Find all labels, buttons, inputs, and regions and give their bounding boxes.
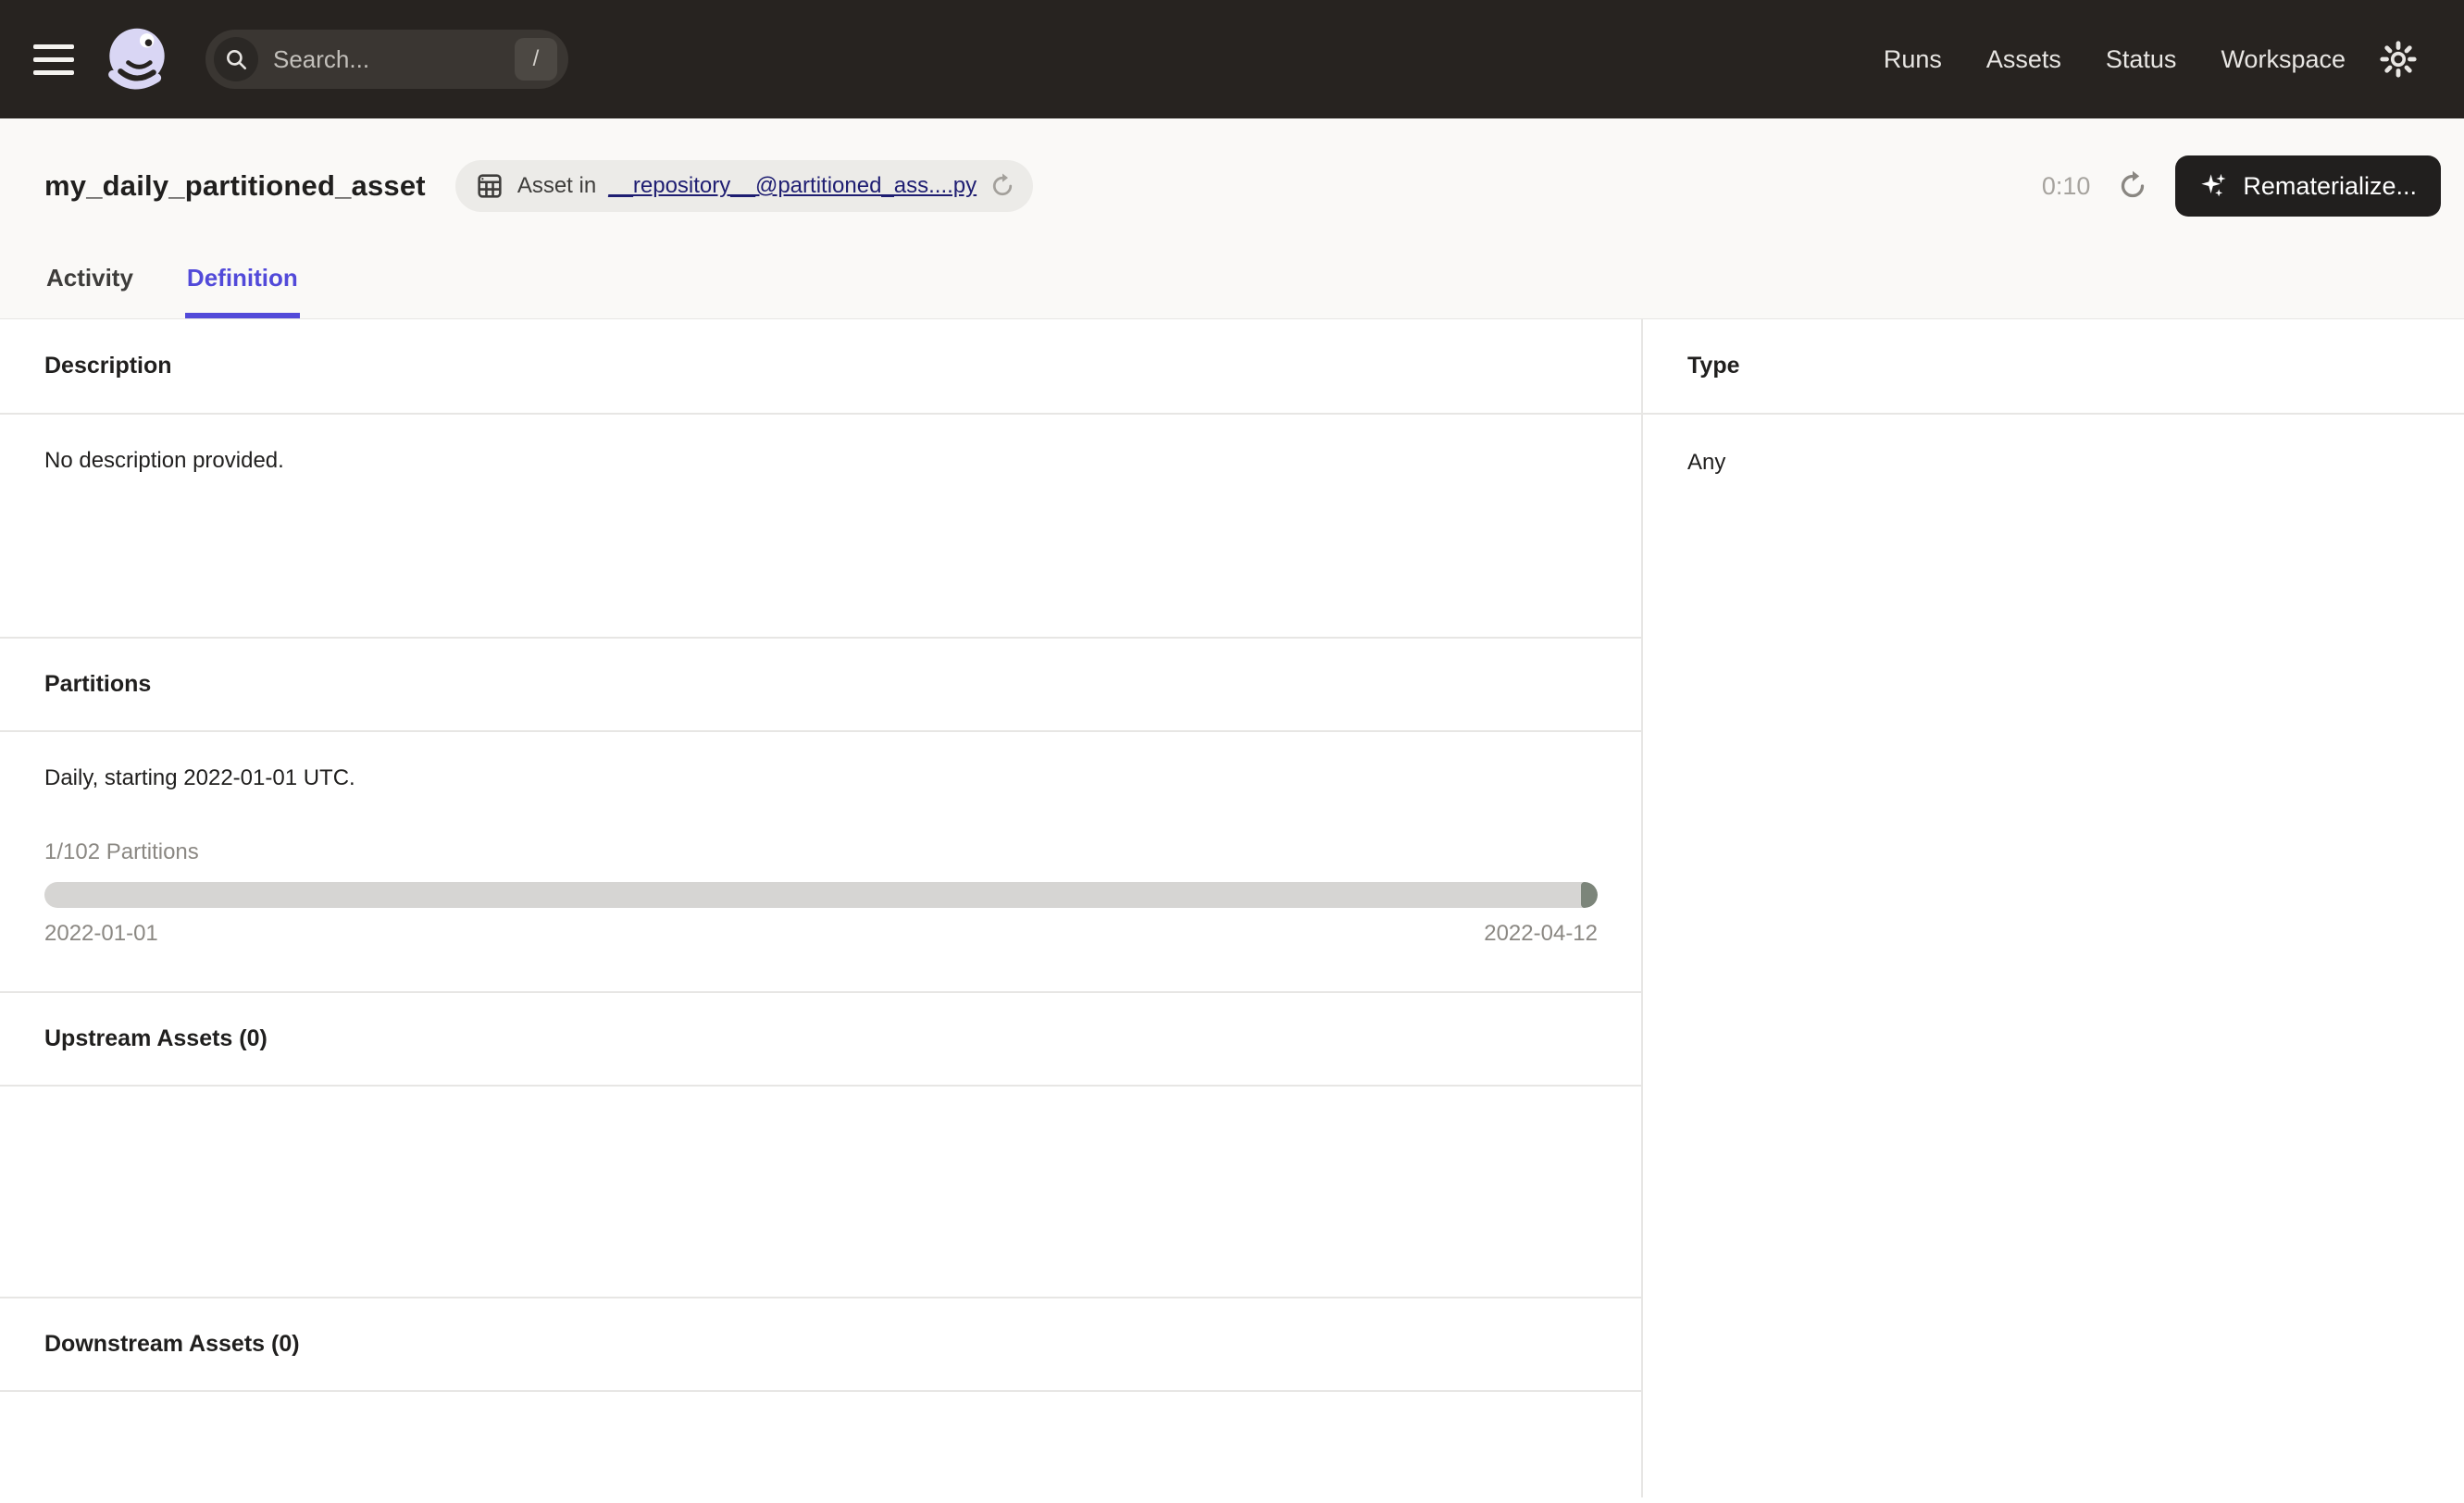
nav-links: Runs Assets Status Workspace (1884, 45, 2346, 74)
partitions-body: Daily, starting 2022-01-01 UTC. 1/102 Pa… (0, 732, 1641, 991)
sparkles-icon (2199, 171, 2229, 201)
left-column: Description No description provided. Par… (0, 319, 1641, 1497)
dagster-logo[interactable] (102, 24, 172, 94)
repo-badge: Asset in __repository__@partitioned_ass.… (455, 160, 1033, 212)
refresh-timer: 0:10 (2042, 172, 2091, 201)
partition-range-start: 2022-01-01 (44, 921, 158, 947)
badge-reload-icon[interactable] (989, 172, 1016, 200)
hamburger-menu-icon[interactable] (33, 44, 74, 75)
refresh-icon[interactable] (2114, 168, 2151, 205)
nav-link-workspace[interactable]: Workspace (2221, 45, 2346, 74)
page-header: my_daily_partitioned_asset Asset in __re… (0, 118, 2464, 319)
nav-link-runs[interactable]: Runs (1884, 45, 1942, 74)
partitions-heading: Partitions (0, 637, 1641, 732)
tab-activity[interactable]: Activity (44, 251, 135, 318)
partition-health-bar (44, 882, 1598, 908)
repo-badge-prefix: Asset in (517, 173, 596, 199)
description-body: No description provided. (0, 415, 1641, 637)
type-value: Any (1643, 415, 2464, 511)
top-navbar: / Runs Assets Status Workspace (0, 0, 2464, 118)
tab-definition[interactable]: Definition (185, 251, 300, 318)
nav-link-assets[interactable]: Assets (1986, 45, 2061, 74)
rematerialize-button[interactable]: Rematerialize... (2175, 155, 2441, 217)
downstream-assets-heading: Downstream Assets (0) (0, 1297, 1641, 1392)
tab-bar: Activity Definition (0, 251, 2464, 318)
materialized-partition-segment (1581, 882, 1598, 908)
slash-shortcut-key: / (515, 38, 557, 81)
downstream-assets-empty (0, 1392, 1641, 1503)
partitions-summary: Daily, starting 2022-01-01 UTC. (44, 765, 1598, 791)
search-input[interactable] (258, 45, 515, 74)
nav-link-status[interactable]: Status (2106, 45, 2177, 74)
partitions-count-label: 1/102 Partitions (44, 839, 1598, 865)
gear-icon[interactable] (2377, 38, 2420, 81)
page-title: my_daily_partitioned_asset (44, 169, 426, 203)
definition-content: Description No description provided. Par… (0, 319, 2464, 1497)
global-search: / (205, 30, 568, 89)
upstream-assets-heading: Upstream Assets (0) (0, 991, 1641, 1087)
description-heading: Description (0, 319, 1641, 415)
rematerialize-label: Rematerialize... (2243, 172, 2417, 201)
partition-range-end: 2022-04-12 (1484, 921, 1598, 947)
right-column: Type Any (1641, 319, 2464, 1497)
repo-grid-icon (474, 170, 505, 202)
type-heading: Type (1643, 319, 2464, 415)
repo-badge-link[interactable]: __repository__@partitioned_ass....py (608, 173, 977, 199)
search-icon (214, 37, 258, 81)
upstream-assets-empty (0, 1087, 1641, 1297)
